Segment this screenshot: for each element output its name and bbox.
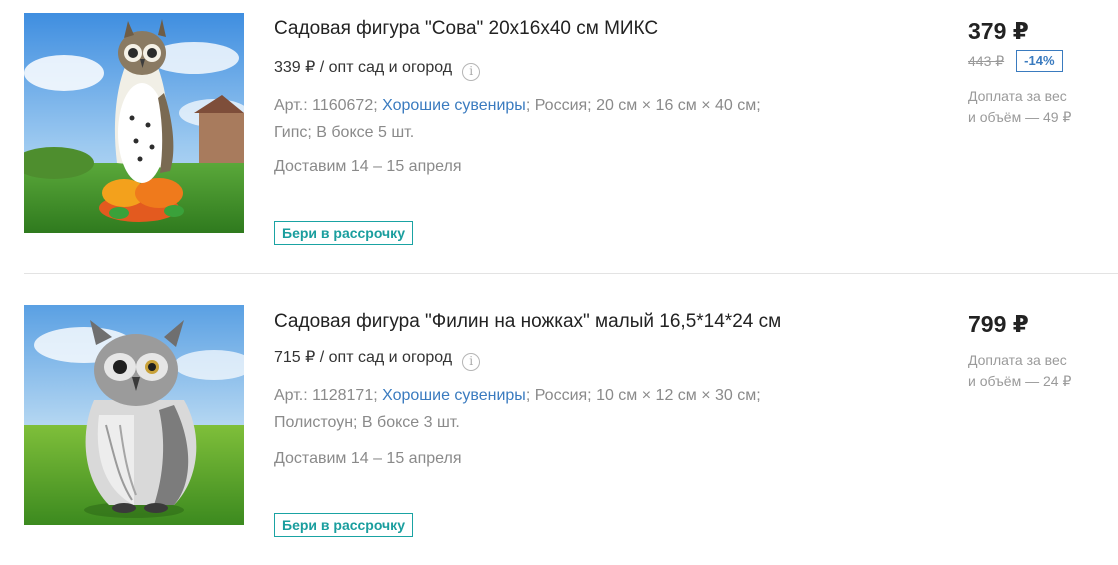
box-qty-text: В боксе 5 шт. — [316, 124, 415, 141]
owl-figurine-colorful-icon — [24, 13, 244, 233]
discount-badge: -14% — [1016, 50, 1063, 72]
surcharge-line-2: и объём — 24 ₽ — [968, 373, 1072, 389]
product-specs: Арт.: 1160672; Хорошие сувениры; Россия;… — [274, 97, 761, 141]
divider — [24, 273, 1118, 274]
product-image-owl[interactable] — [24, 13, 244, 233]
info-icon[interactable]: i — [462, 353, 481, 371]
surcharge-line-2: и объём — 49 ₽ — [968, 109, 1072, 125]
current-price: 799 ₽ — [968, 311, 1029, 337]
product-title[interactable]: Садовая фигура "Филин на ножках" малый 1… — [274, 310, 781, 334]
old-price: 443 ₽ — [968, 53, 1005, 69]
product-specs: Арт.: 1128171; Хорошие сувениры; Россия;… — [274, 387, 761, 431]
sku-text: Арт.: 1128171 — [274, 387, 374, 404]
old-price-row: 443 ₽ -14% — [968, 50, 1063, 72]
sku-text: Арт.: 1160672 — [274, 97, 374, 114]
surcharge-line-1: Доплата за вес — [968, 88, 1067, 104]
wholesale-price-text: 339 ₽ / опт сад и огород — [274, 59, 453, 76]
info-icon[interactable]: i — [462, 63, 481, 81]
material-text: Полистоун — [274, 414, 354, 431]
surcharge-line-1: Доплата за вес — [968, 352, 1067, 368]
wholesale-price: 715 ₽ / опт сад и огород i — [274, 347, 481, 371]
country-text: Россия — [534, 387, 588, 404]
brand-link[interactable]: Хорошие сувениры — [382, 387, 526, 404]
delivery-date: Доставим 14 – 15 апреля — [274, 450, 462, 467]
wholesale-price-text: 715 ₽ / опт сад и огород — [274, 349, 453, 366]
product-card: Садовая фигура "Филин на ножках" малый 1… — [0, 292, 1118, 565]
installment-button[interactable]: Бери в рассрочку — [274, 513, 413, 537]
product-card: Садовая фигура "Сова" 20х16х40 см МИКС 3… — [0, 0, 1118, 274]
surcharge-note: Доплата за вес и объём — 24 ₽ — [968, 350, 1108, 392]
delivery-date: Доставим 14 – 15 апреля — [274, 158, 462, 175]
current-price: 379 ₽ — [968, 18, 1029, 44]
surcharge-note: Доплата за вес и объём — 49 ₽ — [968, 86, 1108, 128]
dimensions-text: 20 см × 16 см × 40 см — [596, 97, 757, 114]
product-image-owl[interactable] — [24, 305, 244, 525]
owl-figurine-grey-icon — [24, 305, 244, 525]
product-title[interactable]: Садовая фигура "Сова" 20х16х40 см МИКС — [274, 17, 658, 41]
installment-button[interactable]: Бери в рассрочку — [274, 221, 413, 245]
wholesale-price: 339 ₽ / опт сад и огород i — [274, 57, 481, 81]
brand-link[interactable]: Хорошие сувениры — [382, 97, 526, 114]
material-text: Гипс — [274, 124, 308, 141]
country-text: Россия — [534, 97, 588, 114]
box-qty-text: В боксе 3 шт. — [361, 414, 460, 431]
dimensions-text: 10 см × 12 см × 30 см — [596, 387, 757, 404]
